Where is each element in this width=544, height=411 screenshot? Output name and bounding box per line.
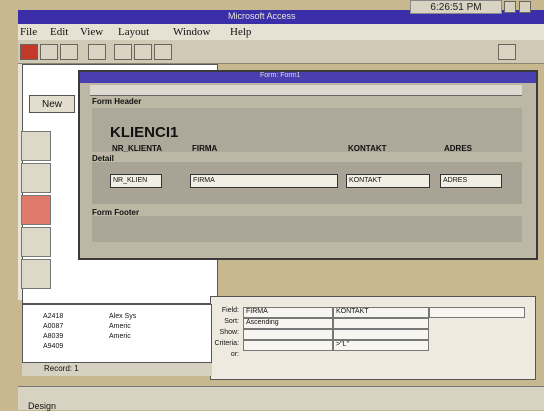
column-label-firma[interactable]: FIRMA — [192, 144, 217, 153]
field-kontakt[interactable]: KONTAKT — [346, 174, 430, 188]
field-nr-klienta[interactable]: NR_KLIEN — [110, 174, 162, 188]
field-firma[interactable]: FIRMA — [190, 174, 338, 188]
menu-file[interactable]: File — [20, 26, 37, 38]
query-show-kontakt[interactable] — [333, 329, 429, 340]
print-preview-button[interactable] — [88, 44, 106, 60]
code-button[interactable] — [154, 44, 172, 60]
report-icon[interactable] — [21, 227, 51, 257]
datasheet-row-id[interactable]: A2418 — [43, 313, 63, 320]
form-header-band: Form Header — [92, 97, 142, 106]
design-view-button[interactable] — [20, 44, 38, 60]
toolbar — [18, 40, 544, 64]
field-list-button[interactable] — [114, 44, 132, 60]
form-window-title: Form: Form1 — [260, 72, 301, 79]
query-design-grid: Field: Sort: Show: Criteria: or: FIRMA K… — [210, 296, 536, 380]
column-label-nr-klienta[interactable]: NR_KLIENTA — [112, 144, 162, 153]
help-button[interactable] — [498, 44, 516, 60]
minimize-button[interactable] — [504, 1, 516, 13]
datasheet-view-button[interactable] — [60, 44, 78, 60]
datasheet-row-id[interactable]: A9409 — [43, 343, 63, 350]
record-label[interactable]: Record: 1 — [44, 364, 79, 373]
menu-layout[interactable]: Layout — [118, 26, 149, 38]
column-label-kontakt[interactable]: KONTAKT — [348, 144, 387, 153]
row-label-field: Field: — [221, 307, 239, 314]
horizontal-ruler — [90, 85, 522, 96]
column-label-adres[interactable]: ADRES — [444, 144, 472, 153]
query-icon[interactable] — [21, 163, 51, 193]
field-adres[interactable]: ADRES — [440, 174, 502, 188]
query-sort-firma[interactable]: Ascending — [243, 318, 333, 329]
query-criteria-kontakt[interactable]: >"L" — [333, 340, 429, 351]
record-navigator: Record: 1 — [22, 362, 212, 376]
menu-bar: File Edit View Layout Window Help — [18, 24, 544, 40]
macro-icon[interactable] — [21, 259, 51, 289]
header-title-label[interactable]: KLIENCI1 — [110, 124, 178, 141]
row-label-or: or: — [230, 351, 239, 358]
clock: 6:26:51 PM — [410, 0, 502, 14]
query-field-firma[interactable]: FIRMA — [243, 307, 333, 318]
menu-view[interactable]: View — [80, 26, 103, 38]
row-label-show: Show: — [219, 329, 239, 336]
datasheet-row-name[interactable]: Alex Sys — [109, 313, 136, 320]
status-bar: Design — [18, 386, 544, 411]
query-sort-kontakt[interactable] — [333, 318, 429, 329]
app-title: Microsoft Access — [228, 11, 296, 21]
row-label-criteria: Criteria: — [214, 340, 239, 347]
form-icon[interactable] — [21, 195, 51, 225]
menu-edit[interactable]: Edit — [50, 26, 68, 38]
query-field-kontakt[interactable]: KONTAKT — [333, 307, 429, 318]
menu-window[interactable]: Window — [173, 26, 210, 38]
datasheet-row-id[interactable]: A8039 — [43, 333, 63, 340]
datasheet-row-name[interactable]: Americ — [109, 333, 131, 340]
new-button[interactable]: New — [29, 95, 75, 113]
maximize-button[interactable] — [519, 1, 531, 13]
form-view-button[interactable] — [40, 44, 58, 60]
query-criteria-firma[interactable] — [243, 340, 333, 351]
form-footer-section[interactable] — [92, 216, 522, 242]
table-icon[interactable] — [21, 131, 51, 161]
datasheet-row-id[interactable]: A0087 — [43, 323, 63, 330]
form-window-title-bar: Form: Form1 — [80, 72, 536, 83]
datasheet-row-name[interactable]: Americ — [109, 323, 131, 330]
row-label-sort: Sort: — [224, 318, 239, 325]
query-field-empty[interactable] — [429, 307, 525, 318]
query-show-firma[interactable] — [243, 329, 333, 340]
properties-button[interactable] — [134, 44, 152, 60]
menu-help[interactable]: Help — [230, 26, 251, 38]
form-design-window: Form: Form1 Form Header KLIENCI1 NR_KLIE… — [78, 70, 538, 260]
